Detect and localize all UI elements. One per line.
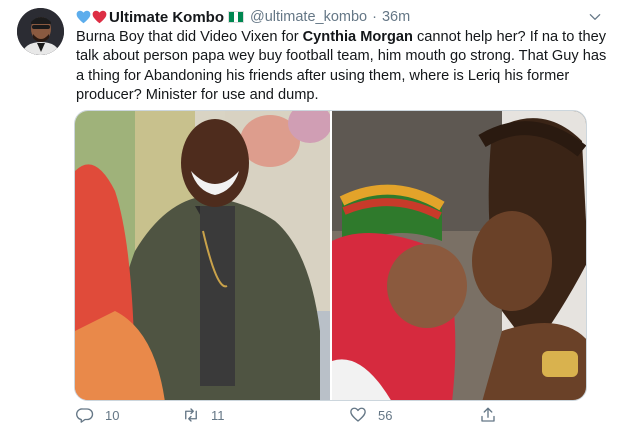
like-count: 56 [378, 407, 393, 423]
heart-outline-icon [350, 407, 366, 422]
red-heart-icon [92, 10, 107, 24]
author-name[interactable]: Ultimate Kombo [109, 9, 224, 26]
share-button[interactable] [479, 406, 497, 424]
retweet-count: 11 [211, 407, 225, 423]
tweet[interactable]: Ultimate Kombo @ultimate_kombo · 36m Bur… [0, 0, 624, 434]
tweet-media[interactable] [74, 110, 587, 401]
tweet-header: Ultimate Kombo @ultimate_kombo · 36m [76, 7, 410, 27]
reply-icon [76, 408, 94, 423]
reply-count: 10 [105, 407, 120, 423]
avatar-image [17, 8, 64, 55]
reply-button[interactable]: 10 [76, 406, 119, 424]
name-emojis [76, 10, 107, 24]
mention-name: Cynthia Morgan [302, 29, 413, 45]
media-photo-left[interactable] [75, 111, 332, 400]
tweet-text-part1: Burna Boy that did Video Vixen for [76, 29, 303, 45]
nigeria-flag-icon [228, 11, 245, 23]
avatar[interactable] [17, 8, 64, 55]
share-icon [481, 407, 495, 422]
tweet-actions: 10 11 56 [76, 406, 506, 430]
author-handle[interactable]: @ultimate_kombo [250, 9, 367, 25]
chevron-down-icon[interactable] [588, 10, 602, 24]
like-button[interactable]: 56 [349, 406, 392, 424]
photo-man-smiling [75, 111, 332, 400]
tweet-text: Burna Boy that did Video Vixen for Cynth… [76, 28, 616, 106]
separator-dot: · [372, 9, 377, 25]
retweet-icon [185, 408, 197, 422]
tweet-timestamp[interactable]: 36m [382, 9, 410, 25]
retweet-button[interactable]: 11 [182, 406, 225, 424]
photo-couple [332, 111, 586, 400]
blue-heart-icon [76, 10, 91, 24]
media-photo-right[interactable] [332, 111, 586, 400]
